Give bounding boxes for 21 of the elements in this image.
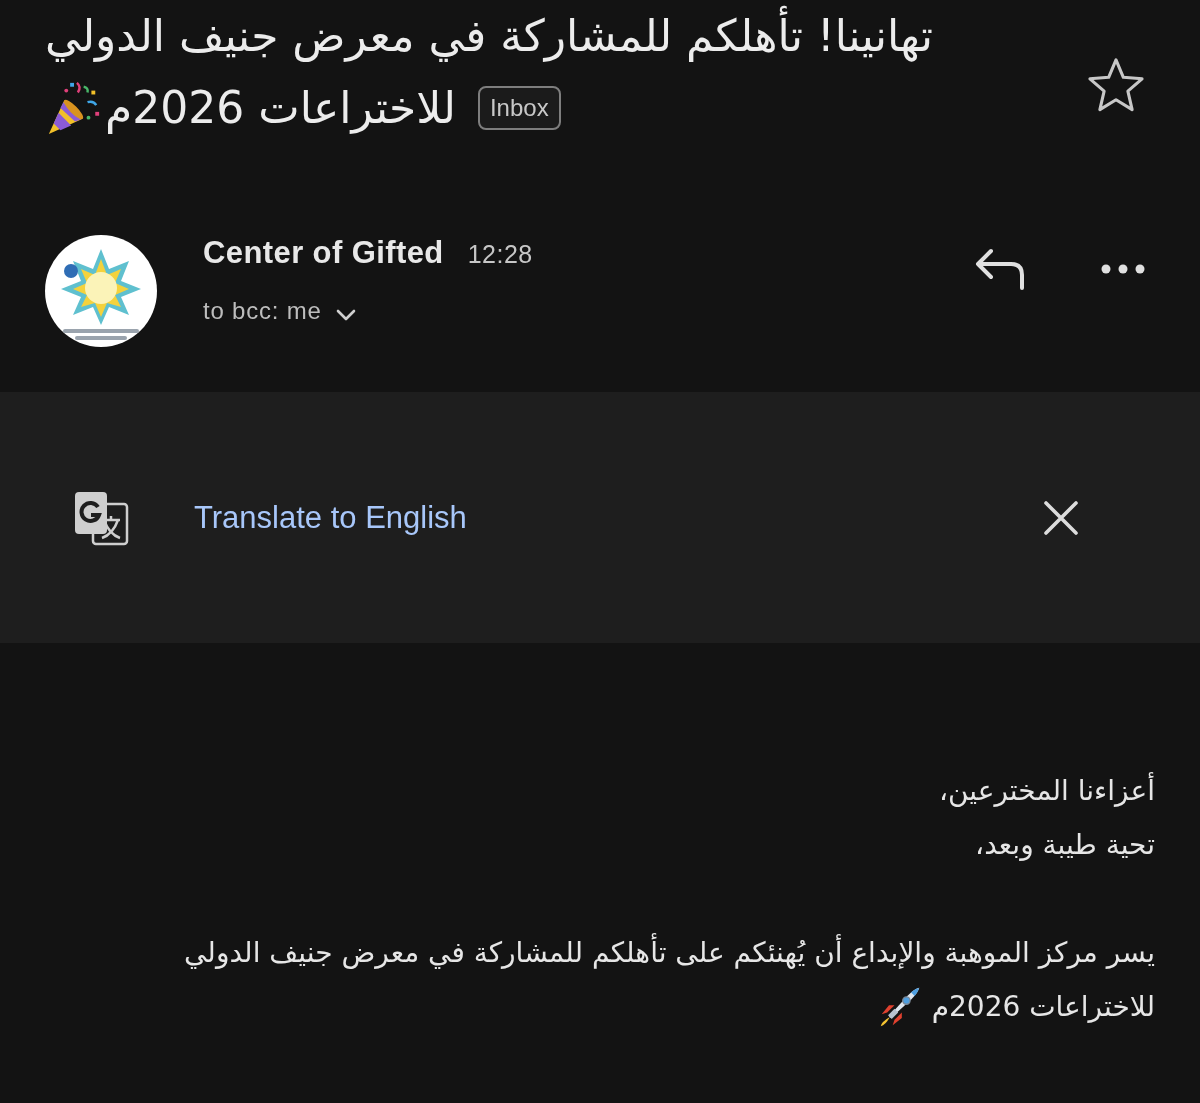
sent-time: 12:28 bbox=[467, 239, 533, 269]
paragraph-line: يسر مركز الموهبة والإبداع أن يُهنئكم على تأهلكم للمشاركة في معرض جنيف الدولي bbox=[184, 931, 1155, 975]
inbox-label: Inbox bbox=[477, 86, 561, 130]
close-button[interactable] bbox=[1043, 499, 1079, 536]
sender-name: Center of Gifted bbox=[203, 235, 444, 271]
chevron-down-icon bbox=[335, 309, 356, 321]
translate-icon bbox=[73, 489, 129, 546]
reply-button[interactable] bbox=[975, 247, 1027, 291]
more-icon bbox=[1101, 264, 1145, 274]
more-options-button[interactable] bbox=[1101, 264, 1145, 274]
email-subject: للاختراعات 2026م bbox=[105, 81, 456, 136]
star-button[interactable] bbox=[1087, 57, 1145, 113]
paragraph-line: للاختراعات 2026م bbox=[931, 989, 1155, 1025]
recipients-toggle[interactable]: to bcc: me bbox=[203, 296, 356, 326]
greeting-line: تحية طيبة وبعد، bbox=[975, 827, 1155, 863]
greeting-line: أعزاءنا المخترعين، bbox=[938, 771, 1155, 809]
translate-link[interactable]: Translate to English bbox=[194, 499, 467, 536]
close-icon bbox=[1043, 499, 1079, 536]
email-subject: تهانينا! تأهلكم للمشاركة في معرض جنيف الدولي bbox=[45, 6, 933, 66]
star-icon bbox=[1087, 57, 1145, 113]
reply-icon bbox=[975, 247, 1027, 291]
